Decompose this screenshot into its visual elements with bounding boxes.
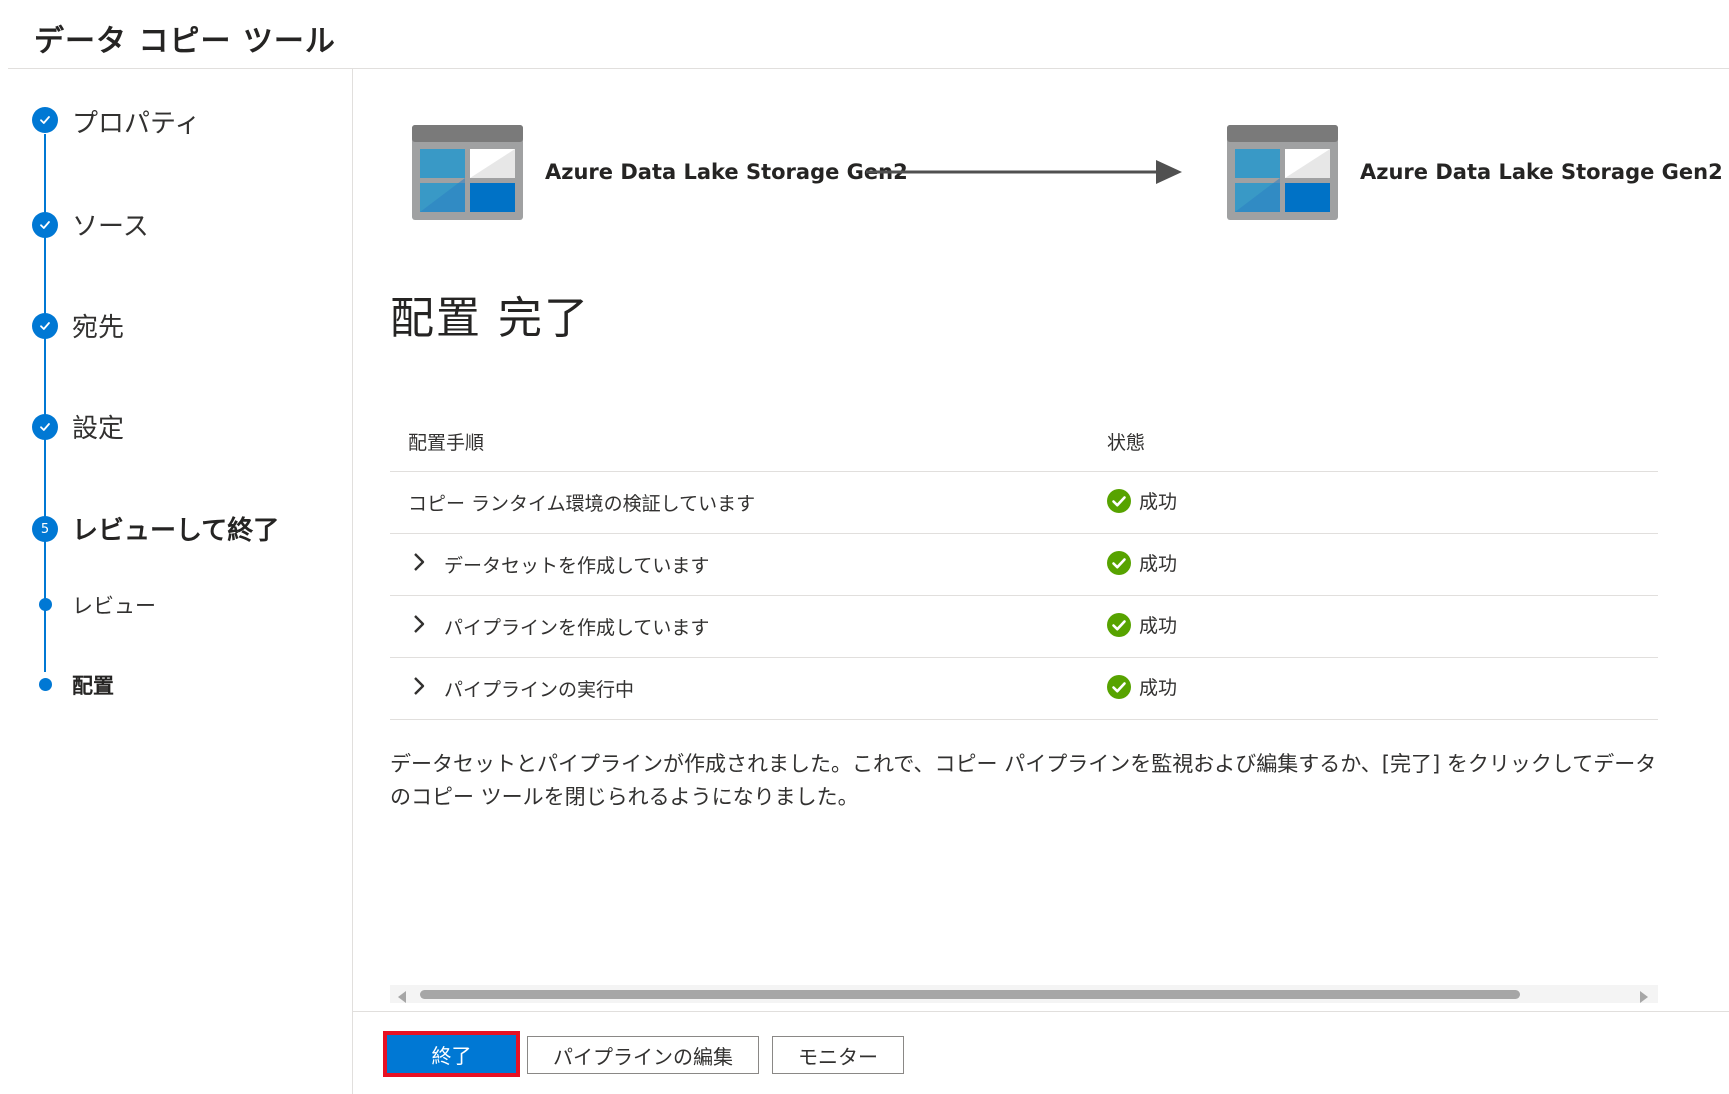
step-settings[interactable]: 設定 [72,408,124,445]
row-step-name: パイプラインの実行中 [444,679,635,701]
table-header-divider [390,471,1658,472]
step-5-number: 5 [40,521,50,537]
substep-review[interactable]: レビュー [72,590,156,620]
expand-chevron-icon[interactable] [412,614,426,638]
column-header-step: 配置手順 [408,432,485,454]
substep-deploy-dot [39,678,52,691]
monitor-button[interactable]: モニター [772,1036,904,1074]
substep-deploy[interactable]: 配置 [72,670,114,700]
copy-data-tool-window: データ コピー ツール プロパティ ソース 宛先 設定 5 レビューして終了 レ… [0,0,1729,1094]
step-review-and-finish[interactable]: レビューして終了 [72,510,279,547]
success-check-icon [1107,674,1131,699]
row-status: 成功 [1107,487,1177,514]
status-text: 成功 [1139,615,1178,637]
row-divider [390,595,1658,596]
step-1-check-icon [32,107,58,133]
step-properties[interactable]: プロパティ [72,103,200,140]
step-2-check-icon [32,212,58,238]
finish-button[interactable]: 終了 [387,1035,516,1073]
step-5-number-badge: 5 [32,516,58,542]
success-check-icon [1107,488,1131,513]
step-3-check-icon [32,313,58,339]
footer-divider [352,1011,1729,1012]
destination-label: Azure Data Lake Storage Gen2 [1360,160,1723,184]
row-step-name: コピー ランタイム環境の検証しています [408,493,756,515]
arrow-right-icon [866,158,1182,190]
expand-chevron-icon[interactable] [412,552,426,576]
row-step-name: データセットを作成しています [444,555,710,577]
row-step-name: パイプラインを作成しています [444,617,710,639]
column-header-status: 状態 [1107,432,1146,454]
scroll-left-arrow-icon[interactable] [398,988,408,1007]
row-divider [390,657,1658,658]
completion-message: データセットとパイプラインが作成されました。これで、コピー パイプラインを監視お… [390,752,1657,809]
scroll-right-arrow-icon[interactable] [1638,988,1648,1007]
step-destination[interactable]: 宛先 [72,307,124,344]
source-label: Azure Data Lake Storage Gen2 [545,160,908,184]
substep-review-dot [39,598,52,611]
success-check-icon [1107,550,1131,575]
success-check-icon [1107,612,1131,637]
deployment-heading: 配置 完了 [390,293,590,344]
expand-chevron-icon[interactable] [412,676,426,700]
row-divider [390,719,1658,720]
row-status: 成功 [1107,549,1177,576]
edit-pipeline-button[interactable]: パイプラインの編集 [527,1036,759,1074]
status-text: 成功 [1139,677,1178,699]
step-source[interactable]: ソース [72,206,149,243]
row-status: 成功 [1107,673,1177,700]
row-status: 成功 [1107,611,1177,638]
page-title: データ コピー ツール [34,24,336,59]
destination-data-lake-storage-icon [1227,125,1338,224]
row-divider [390,533,1658,534]
status-text: 成功 [1139,553,1178,575]
sidebar-divider [352,69,353,1094]
source-data-lake-storage-icon [412,125,523,224]
step-4-check-icon [32,414,58,440]
scrollbar-thumb[interactable] [420,990,1520,999]
header-divider [8,68,1729,69]
status-text: 成功 [1139,491,1178,513]
